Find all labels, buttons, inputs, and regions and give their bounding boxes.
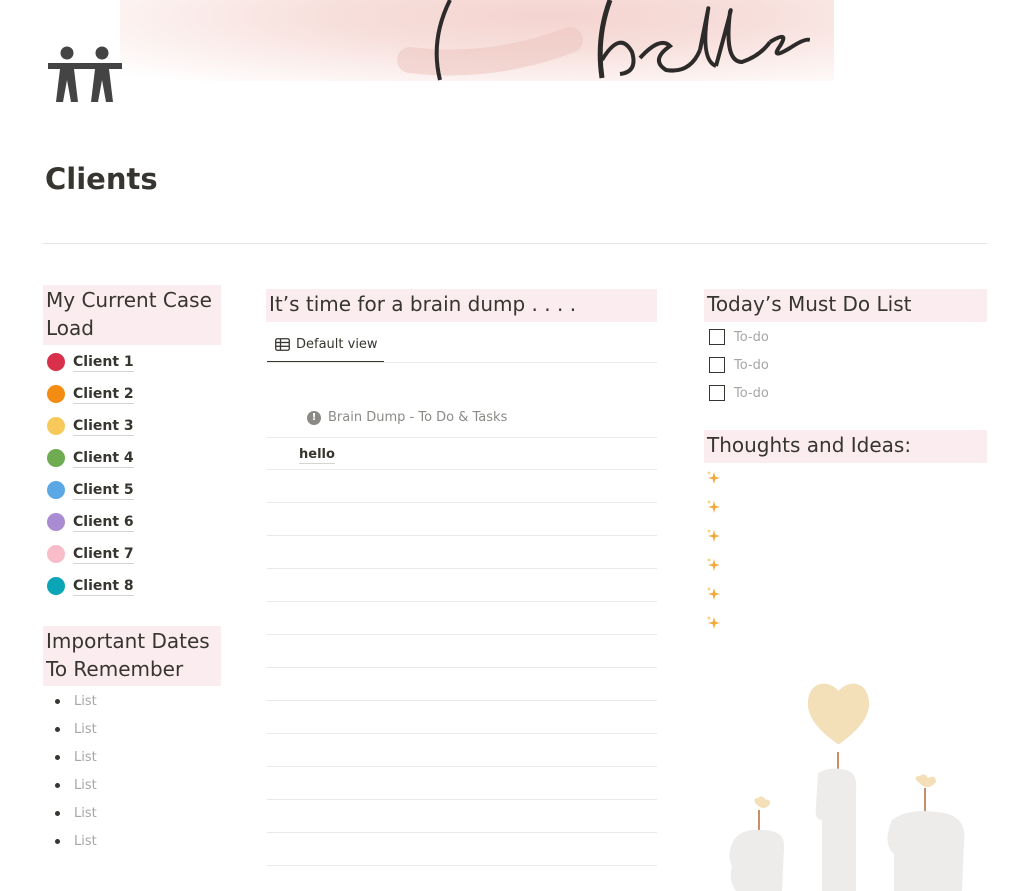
sparkles-icon[interactable] — [706, 528, 722, 544]
bullet-icon — [55, 754, 60, 760]
table-row[interactable] — [267, 503, 657, 536]
sparkles-icon[interactable] — [706, 557, 722, 573]
bullet-icon — [55, 838, 60, 844]
client-item[interactable]: Client 2 — [47, 383, 134, 405]
list-item-text[interactable]: List — [74, 834, 97, 849]
todo-checkbox[interactable] — [709, 329, 725, 345]
people-icon[interactable] — [46, 46, 124, 104]
list-item-text[interactable]: List — [74, 778, 97, 793]
client-color-dot-icon — [47, 353, 65, 371]
thoughts-heading[interactable]: Thoughts and Ideas: — [704, 430, 987, 463]
client-link[interactable]: Client 6 — [73, 513, 134, 532]
list-item[interactable]: List — [55, 747, 97, 767]
table-row[interactable] — [267, 470, 657, 503]
database-title-label: Brain Dump - To Do & Tasks — [328, 410, 508, 425]
client-item[interactable]: Client 8 — [47, 575, 134, 597]
client-item[interactable]: Client 4 — [47, 447, 134, 469]
todo-text[interactable]: To-do — [734, 386, 769, 401]
sparkles-icon[interactable] — [706, 499, 722, 515]
todo-item[interactable]: To-do — [709, 383, 769, 403]
client-item[interactable]: Client 5 — [47, 479, 134, 501]
table-row[interactable] — [267, 767, 657, 800]
candles-illustration — [729, 683, 965, 891]
list-item-text[interactable]: List — [74, 722, 97, 737]
list-item[interactable]: List — [55, 691, 97, 711]
client-color-dot-icon — [47, 513, 65, 531]
must-do-heading[interactable]: Today’s Must Do List — [704, 289, 987, 322]
list-item[interactable]: List — [55, 803, 97, 823]
client-link[interactable]: Client 7 — [73, 545, 134, 564]
page-title[interactable]: Clients — [45, 162, 158, 196]
client-link[interactable]: Client 4 — [73, 449, 134, 468]
divider — [43, 243, 987, 244]
page-cover[interactable] — [120, 0, 834, 81]
table-row[interactable] — [267, 635, 657, 668]
table-icon — [275, 338, 290, 351]
client-link[interactable]: Client 5 — [73, 481, 134, 500]
list-item[interactable]: List — [55, 719, 97, 739]
table-row[interactable] — [267, 569, 657, 602]
todo-text[interactable]: To-do — [734, 330, 769, 345]
sparkles-icon[interactable] — [706, 586, 722, 602]
table-row[interactable] — [267, 602, 657, 635]
bullet-icon — [55, 782, 60, 788]
database-title[interactable]: ! Brain Dump - To Do & Tasks — [307, 410, 507, 425]
client-link[interactable]: Client 2 — [73, 385, 134, 404]
table-row[interactable]: hello — [267, 437, 657, 470]
case-load-heading-line2: Load — [46, 316, 94, 340]
table-row[interactable] — [267, 668, 657, 701]
todo-item[interactable]: To-do — [709, 327, 769, 347]
table-cell-name[interactable]: hello — [299, 447, 335, 464]
table-row[interactable] — [267, 833, 657, 866]
client-color-dot-icon — [47, 385, 65, 403]
client-color-dot-icon — [47, 417, 65, 435]
client-item[interactable]: Client 1 — [47, 351, 134, 373]
case-load-heading-line1: My Current Case — [46, 288, 212, 312]
table-row[interactable] — [267, 701, 657, 734]
client-color-dot-icon — [47, 545, 65, 563]
client-item[interactable]: Client 3 — [47, 415, 134, 437]
client-item[interactable]: Client 6 — [47, 511, 134, 533]
bullet-icon — [55, 726, 60, 732]
list-item[interactable]: List — [55, 775, 97, 795]
sparkles-icon[interactable] — [706, 470, 722, 486]
tab-default-view[interactable]: Default view — [267, 328, 384, 363]
bullet-icon — [55, 698, 60, 704]
table-row[interactable] — [267, 734, 657, 767]
todo-item[interactable]: To-do — [709, 355, 769, 375]
list-item-text[interactable]: List — [74, 694, 97, 709]
view-tabs-underline — [267, 362, 657, 363]
todo-checkbox[interactable] — [709, 357, 725, 373]
list-item-text[interactable]: List — [74, 806, 97, 821]
bullet-icon — [55, 810, 60, 816]
client-link[interactable]: Client 8 — [73, 577, 134, 596]
list-item[interactable]: List — [55, 831, 97, 851]
todo-text[interactable]: To-do — [734, 358, 769, 373]
client-color-dot-icon — [47, 449, 65, 467]
important-dates-heading-line2: To Remember — [46, 657, 184, 681]
client-color-dot-icon — [47, 577, 65, 595]
todo-checkbox[interactable] — [709, 385, 725, 401]
important-dates-heading[interactable]: Important Dates To Remember — [43, 626, 221, 686]
cover-brush-lettering — [397, 0, 810, 81]
sparkles-icon[interactable] — [706, 615, 722, 631]
client-link[interactable]: Client 3 — [73, 417, 134, 436]
tab-default-view-label: Default view — [296, 337, 378, 352]
case-load-heading[interactable]: My Current Case Load — [43, 285, 221, 345]
client-item[interactable]: Client 7 — [47, 543, 134, 565]
brain-dump-heading[interactable]: It’s time for a brain dump . . . . — [266, 289, 657, 322]
client-color-dot-icon — [47, 481, 65, 499]
important-dates-heading-line1: Important Dates — [46, 629, 210, 653]
list-item-text[interactable]: List — [74, 750, 97, 765]
client-link[interactable]: Client 1 — [73, 353, 134, 372]
table-row[interactable] — [267, 536, 657, 569]
speech-bubble-icon: ! — [307, 410, 321, 425]
table-row[interactable] — [267, 800, 657, 833]
